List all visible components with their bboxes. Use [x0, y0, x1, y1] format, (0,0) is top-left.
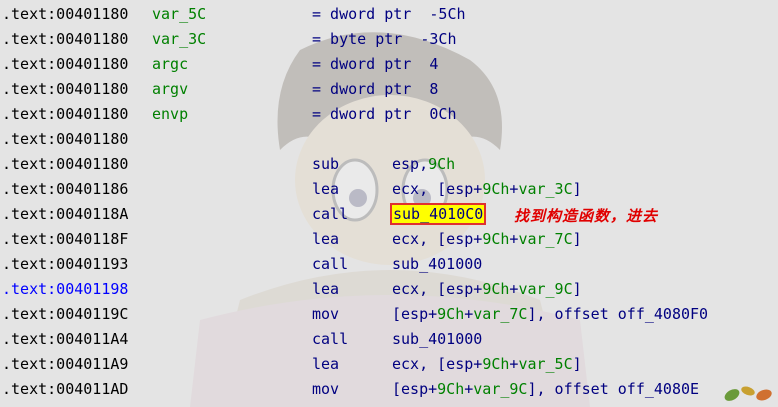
address-label[interactable]: .text:00401180 — [2, 102, 128, 127]
address-label[interactable]: .text:00401180 — [2, 52, 128, 77]
operand-variable[interactable]: var_5C — [518, 355, 572, 373]
operand-number: 9Ch — [428, 155, 456, 173]
address-label[interactable]: .text:00401180 — [2, 27, 128, 52]
mnemonic: mov — [312, 305, 340, 323]
variable-name[interactable]: var_3C — [152, 27, 206, 52]
mnemonic: lea — [312, 230, 340, 248]
call-target[interactable]: sub_4010C0 — [389, 203, 487, 225]
address-label[interactable]: .text:004011A9 — [2, 352, 128, 377]
operands: ecx, [esp+9Ch+var_3C] — [392, 180, 582, 198]
variable-definition: = dword ptr 0Ch — [312, 105, 457, 123]
mnemonic: sub — [312, 155, 340, 173]
variable-definition: = dword ptr 4 — [312, 55, 439, 73]
mnemonic: mov — [312, 380, 340, 398]
operand-variable[interactable]: var_9C — [473, 380, 527, 398]
annotation-text: 找到构造函数，进去 — [514, 207, 659, 225]
operand-variable[interactable]: var_7C — [473, 305, 527, 323]
address-label[interactable]: .text:0040118A — [2, 202, 128, 227]
mnemonic: call — [312, 255, 349, 273]
address-label[interactable]: .text:0040119C — [2, 302, 128, 327]
variable-offset: 4 — [429, 55, 439, 73]
variable-offset: -3Ch — [420, 30, 457, 48]
address-label[interactable]: .text:00401180 — [2, 2, 128, 27]
address-label[interactable]: .text:004011AD — [2, 377, 128, 402]
operand-number: 9Ch — [437, 305, 465, 323]
operand-number: 9Ch — [482, 230, 510, 248]
operands: ecx, [esp+9Ch+var_7C] — [392, 230, 582, 248]
operands: ecx, [esp+9Ch+var_9C] — [392, 280, 582, 298]
address-label[interactable]: .text:00401180 — [2, 152, 128, 177]
variable-offset: 0Ch — [429, 105, 457, 123]
operands: ecx, [esp+9Ch+var_5C] — [392, 355, 582, 373]
variable-name[interactable]: var_5C — [152, 2, 206, 27]
address-label[interactable]: .text:0040118F — [2, 227, 128, 252]
address-label[interactable]: .text:00401193 — [2, 252, 128, 277]
variable-definition: = dword ptr -5Ch — [312, 5, 466, 23]
operand-variable[interactable]: var_7C — [518, 230, 572, 248]
call-target[interactable]: sub_401000 — [392, 255, 482, 273]
variable-offset: 8 — [429, 80, 439, 98]
address-label[interactable]: .text:00401198 — [2, 277, 128, 302]
operands: esp,9Ch — [392, 155, 456, 173]
operands: [esp+9Ch+var_7C], offset off_4080F0 — [392, 305, 709, 323]
address-label[interactable]: .text:00401180 — [2, 77, 128, 102]
variable-name[interactable]: argv — [152, 77, 188, 102]
mnemonic: lea — [312, 280, 340, 298]
disassembly-listing: .text:00401180 var_5C = dword ptr -5Ch .tex… — [0, 0, 778, 407]
variable-definition: = byte ptr -3Ch — [312, 30, 457, 48]
operands: sub_4010C0 — [389, 202, 487, 227]
variable-name[interactable]: argc — [152, 52, 188, 77]
variable-definition: = dword ptr 8 — [312, 80, 439, 98]
operands: sub_401000 — [392, 327, 482, 352]
variable-name[interactable]: envp — [152, 102, 188, 127]
mnemonic: lea — [312, 180, 340, 198]
variable-offset: -5Ch — [429, 5, 466, 23]
address-label[interactable]: .text:004011A4 — [2, 327, 128, 352]
operands: sub_401000 — [392, 252, 482, 277]
operand-number: 9Ch — [482, 280, 510, 298]
operand-number: 9Ch — [482, 355, 510, 373]
mnemonic: call — [312, 330, 349, 348]
address-label[interactable]: .text:00401180 — [2, 127, 128, 152]
leaf-decoration-icon — [724, 386, 772, 401]
operand-variable[interactable]: var_9C — [518, 280, 572, 298]
mnemonic: lea — [312, 355, 340, 373]
operand-number: 9Ch — [482, 180, 510, 198]
call-target[interactable]: sub_401000 — [392, 330, 482, 348]
operands: [esp+9Ch+var_9C], offset off_4080E — [392, 380, 700, 398]
operand-number: 9Ch — [437, 380, 465, 398]
mnemonic: call — [312, 205, 349, 223]
address-label[interactable]: .text:00401186 — [2, 177, 128, 202]
operand-variable[interactable]: var_3C — [518, 180, 572, 198]
